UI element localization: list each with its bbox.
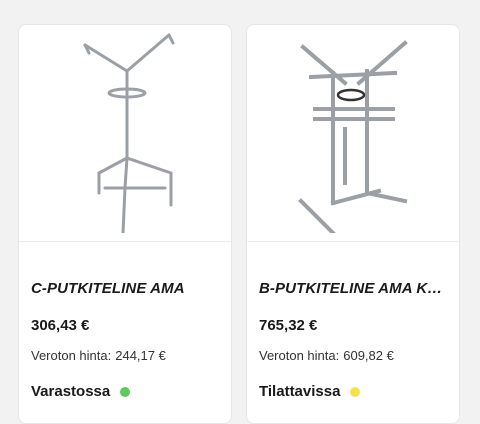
- product-image[interactable]: [247, 25, 459, 242]
- vat-price-row: Veroton hinta: 244,17 €: [31, 348, 219, 363]
- vat-price-row: Veroton hinta: 609,82 €: [259, 348, 447, 363]
- stock-status: Varastossa: [31, 383, 219, 400]
- stock-text: Tilattavissa: [259, 383, 341, 400]
- product-card[interactable]: C-PUTKITELINE AMA 306,43 € Veroton hinta…: [18, 24, 232, 424]
- stock-text: Varastossa: [31, 383, 111, 400]
- vat-label: Veroton hinta:: [31, 348, 112, 363]
- product-price: 765,32 €: [259, 317, 318, 334]
- product-image[interactable]: [19, 25, 231, 242]
- vat-price: 244,17 €: [115, 348, 166, 363]
- pipe-stand-b-image: [298, 40, 408, 233]
- pipe-stand-c-image: [83, 33, 175, 233]
- product-title[interactable]: C-PUTKITELINE AMA: [31, 280, 219, 297]
- status-dot-icon: [350, 386, 361, 397]
- product-price: 306,43 €: [31, 317, 90, 334]
- product-card[interactable]: B-PUTKITELINE AMA KU... 765,32 € Veroton…: [246, 24, 460, 424]
- vat-price: 609,82 €: [343, 348, 394, 363]
- vat-label: Veroton hinta:: [259, 348, 340, 363]
- product-title[interactable]: B-PUTKITELINE AMA KU...: [259, 280, 447, 297]
- stock-status: Tilattavissa: [259, 383, 447, 400]
- status-dot-icon: [120, 386, 131, 397]
